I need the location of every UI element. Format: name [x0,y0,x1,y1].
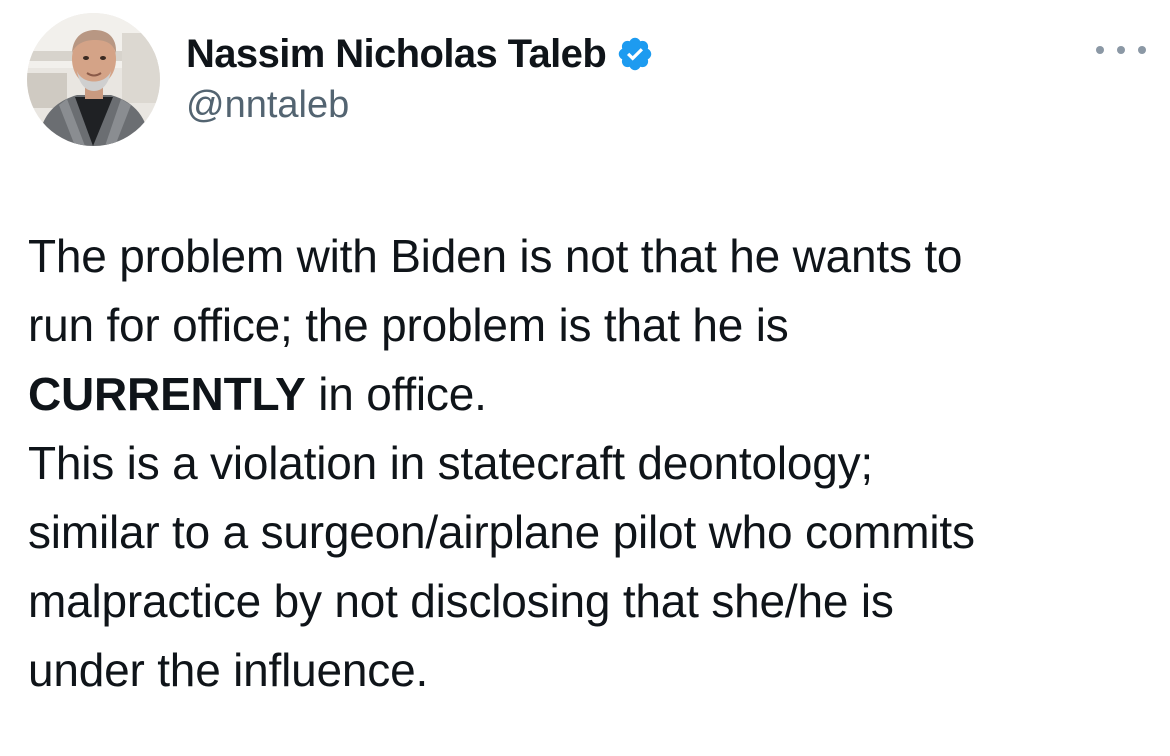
tweet-line: The problem with Biden is not that he wa… [28,230,963,282]
more-dot-icon [1096,46,1104,54]
author-display-name[interactable]: Nassim Nicholas Taleb [186,32,607,77]
verified-badge-icon [616,35,654,73]
avatar-photo [27,13,160,146]
tweet-line: malpractice by not disclosing that she/h… [28,575,894,627]
more-dot-icon [1138,46,1146,54]
tweet-text: The problem with Biden is not that he wa… [28,222,1148,705]
tweet-line: This is a violation in statecraft deonto… [28,437,874,489]
author-handle[interactable]: @nntaleb [186,84,349,127]
author-name-row: Nassim Nicholas Taleb [186,30,654,78]
more-options-icon[interactable] [1096,38,1146,62]
tweet-bold-word: CURRENTLY [28,368,306,420]
tweet-card: Nassim Nicholas Taleb @nntaleb The probl… [0,0,1170,756]
avatar[interactable] [27,13,160,146]
tweet-line: similar to a surgeon/airplane pilot who … [28,506,975,558]
tweet-line: under the influence. [28,644,429,696]
tweet-line: run for office; the problem is that he i… [28,299,789,351]
tweet-line: CURRENTLY in office. [28,360,1148,429]
tweet-line-rest: in office. [305,368,487,420]
more-dot-icon [1117,46,1125,54]
